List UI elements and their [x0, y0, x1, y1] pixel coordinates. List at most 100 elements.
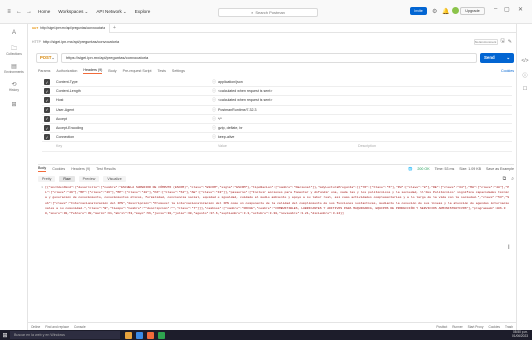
url-input[interactable]: https://sigei.ipn.mx/api/preguntas/convo… [61, 52, 477, 63]
info-icon[interactable]: ⓘ [517, 68, 532, 82]
tab-params[interactable]: Params [38, 69, 50, 73]
info-icon: ⓘ [212, 134, 216, 140]
browser-icon[interactable] [136, 331, 143, 339]
method-select[interactable]: POST ⌄ [36, 52, 58, 63]
tab-pre-request-script[interactable]: Pre-request Script [123, 69, 152, 73]
tab-body[interactable]: Body [108, 69, 116, 73]
response-text[interactable]: [{"encIdentEnd":{"desarrollo":["nombre":… [45, 185, 510, 245]
status-right: Postbot Runner Start Proxy Cookies Trash [436, 325, 513, 329]
taskbar-apps [125, 331, 165, 339]
info-icon: ⓘ [212, 125, 216, 131]
send-button[interactable]: Send ⌄ [480, 52, 514, 63]
format-raw[interactable]: Raw [59, 175, 75, 182]
header-key[interactable]: Content-Type [50, 80, 208, 84]
copy-icon[interactable]: ⧉ [503, 176, 507, 182]
postman-icon[interactable] [147, 331, 154, 339]
upgrade-button[interactable]: Upgrade [460, 7, 485, 15]
header-key[interactable]: Host [50, 98, 208, 102]
header-value[interactable]: */* [218, 117, 222, 121]
status-start-proxy[interactable]: Start Proxy [468, 325, 484, 329]
header-value-cell: ⓘ PostmanRuntime/7.32.3 [208, 107, 358, 113]
format-preview[interactable]: Preview [78, 175, 100, 182]
menu-icon[interactable]: ≡ [4, 7, 14, 17]
nav-workspaces[interactable]: Workspaces ⌄ [58, 9, 88, 15]
status-find-replace[interactable]: Find and replace [45, 325, 69, 329]
header-value[interactable]: <calculated when request is sent> [218, 89, 272, 93]
text-cursor-icon: I [508, 245, 510, 251]
tab-response-body[interactable]: Body [38, 166, 47, 172]
globe-icon: 🌐 [407, 167, 413, 171]
header-key[interactable]: Accept [50, 117, 208, 121]
response-meta: 🌐 200 OK Time: 53 ms Size: 1.09 KB Save … [408, 167, 514, 171]
sidebar-item-apps[interactable]: ⊞ [0, 96, 28, 114]
sidebar-item-history[interactable]: ⟲ History [0, 78, 28, 96]
nav-home[interactable]: Home [38, 9, 50, 14]
status-trash[interactable]: Trash [505, 325, 513, 329]
status-console[interactable]: Console [74, 325, 86, 329]
notification-icon[interactable]: 🔔 [442, 8, 449, 15]
save-icon[interactable]: 🖫 [501, 38, 505, 46]
header-key[interactable]: User-Agent [50, 108, 208, 112]
tab-response-cookies[interactable]: Cookies [52, 167, 65, 171]
tab-response-headers[interactable]: Headers (9) [71, 167, 90, 171]
maximize-icon[interactable]: ▢ [504, 6, 510, 13]
tab-headers[interactable]: Headers (9) [83, 68, 103, 74]
value-placeholder[interactable]: Value [208, 144, 358, 148]
avatar[interactable] [452, 7, 459, 14]
header-key[interactable]: Accept-Encoding [50, 126, 208, 130]
tab-authorization[interactable]: Authorization [56, 69, 77, 73]
description-placeholder[interactable]: Description [358, 144, 376, 148]
environment-select[interactable]: No Environment [473, 38, 498, 45]
header-key[interactable]: Connection [50, 135, 208, 139]
sidebar-item-collections[interactable]: 🗀 Collections [0, 42, 28, 60]
edit-icon[interactable]: ✎ [508, 39, 512, 45]
minimize-icon[interactable]: – [494, 6, 497, 12]
tab-test-results[interactable]: Test Results [96, 167, 116, 171]
new-tab-icon[interactable]: + [113, 25, 116, 31]
right-rail: </> ⓘ ☐ [516, 24, 532, 340]
search-input[interactable]: ⌕ Search Postman [218, 8, 318, 17]
sidebar-item-workspace[interactable]: A [0, 24, 28, 42]
back-icon[interactable]: ← [14, 7, 24, 17]
cookies-link[interactable]: Cookies [501, 69, 514, 73]
comments-icon[interactable]: ☐ [517, 82, 532, 96]
tab-request[interactable]: GET http://sigei.iper.mx/api/preguntas/c… [28, 23, 111, 33]
status-online[interactable]: Online [31, 325, 40, 329]
invite-button[interactable]: Invite [410, 7, 427, 15]
tab-settings[interactable]: Settings [172, 69, 185, 73]
header-value[interactable]: application/json [218, 80, 243, 84]
format-visualize[interactable]: Visualize [103, 175, 126, 182]
close-icon[interactable]: ✕ [518, 6, 523, 13]
header-value-cell: ⓘ */* [208, 116, 358, 122]
status-postbot[interactable]: Postbot [436, 325, 447, 329]
search-icon[interactable]: ⌕ [511, 176, 514, 182]
nav-explore[interactable]: Explore [135, 9, 151, 14]
header-value[interactable]: keep-alive [218, 135, 234, 139]
header-value[interactable]: <calculated when request is sent> [218, 98, 272, 102]
header-value[interactable]: PostmanRuntime/7.32.3 [218, 108, 257, 112]
taskbar-clock[interactable]: 08:50 p.m. 01/06/2023 [512, 331, 532, 338]
windows-start-icon[interactable]: ⊞ [0, 330, 10, 340]
request-name[interactable]: http://sigei.ipn.mx/api/preguntas/convoc… [43, 40, 119, 44]
code-icon[interactable]: </> [517, 54, 532, 68]
save-response-button[interactable]: Save as Example [486, 167, 514, 171]
table-row: ✓ Content-Length ⓘ <calculated when reque… [42, 87, 512, 97]
tab-tests[interactable]: Tests [158, 69, 166, 73]
table-row: ✓ Accept-Encoding ⓘ gzip, deflate, br [42, 124, 512, 134]
status-cookies[interactable]: Cookies [488, 325, 500, 329]
response-size: Size: 1.09 KB [459, 167, 482, 171]
taskbar-search[interactable]: Buscar en la web y en Windows [10, 331, 120, 339]
forward-icon[interactable]: → [24, 7, 34, 17]
settings-icon[interactable]: ⚙ [432, 8, 437, 15]
info-icon: ⓘ [212, 79, 216, 85]
file-explorer-icon[interactable] [125, 331, 132, 339]
app-icon[interactable] [158, 331, 165, 339]
key-placeholder[interactable]: Key [50, 144, 208, 148]
header-key[interactable]: Content-Length [50, 89, 208, 93]
format-pretty[interactable]: Pretty [38, 175, 56, 182]
header-value[interactable]: gzip, deflate, br [218, 126, 243, 130]
nav-api-network[interactable]: API Network ⌄ [96, 9, 126, 15]
sidebar-item-environments[interactable]: ▤ Environments [0, 60, 28, 78]
status-runner[interactable]: Runner [452, 325, 462, 329]
search-icon: ⌕ [251, 10, 254, 15]
